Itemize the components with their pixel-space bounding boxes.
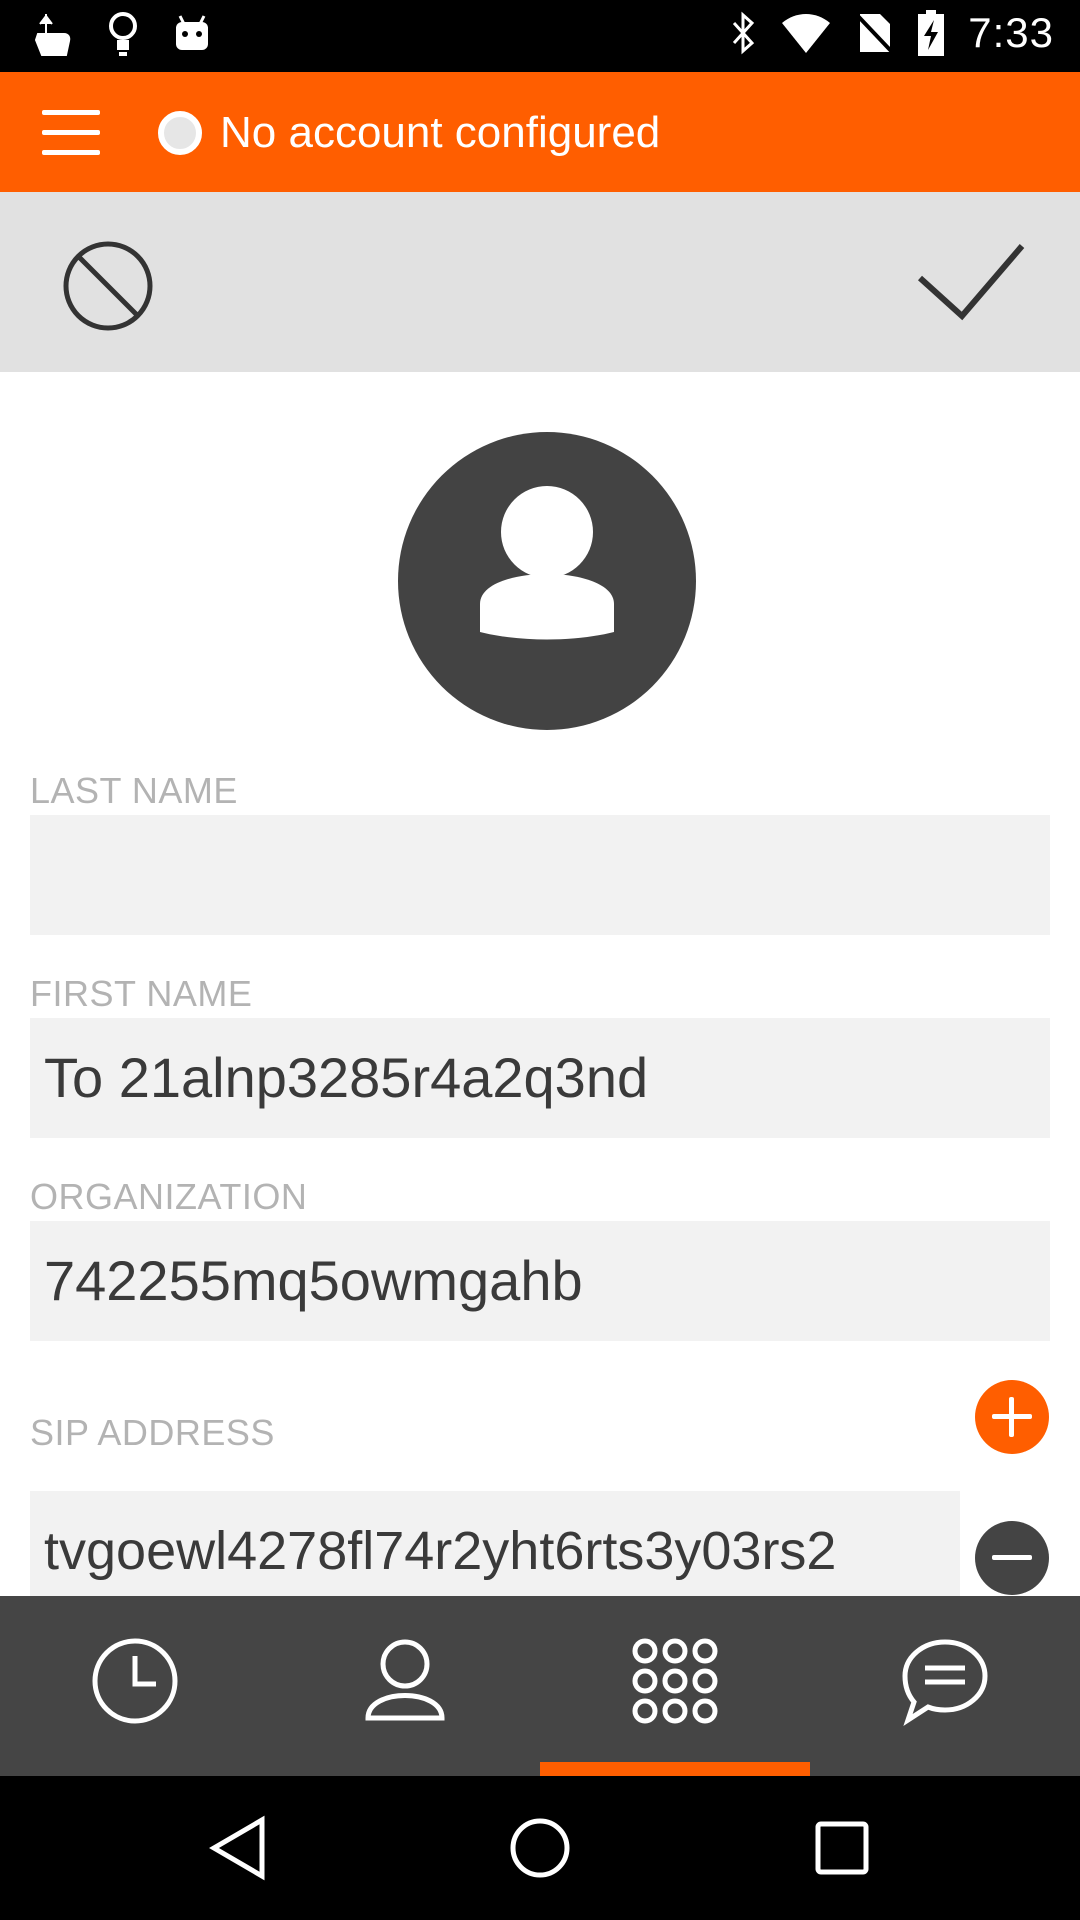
status-clock: 7:33 bbox=[968, 9, 1054, 56]
touch-gesture-icon bbox=[30, 10, 74, 60]
confirm-button[interactable] bbox=[912, 236, 1028, 326]
last-name-label: LAST NAME bbox=[30, 770, 238, 811]
edit-action-bar bbox=[0, 192, 1080, 372]
last-name-field[interactable] bbox=[30, 815, 1050, 935]
organization-field[interactable]: 742255mq5owmgahb bbox=[30, 1221, 1050, 1341]
bluetooth-icon bbox=[728, 9, 758, 57]
contact-avatar-icon[interactable] bbox=[398, 432, 696, 730]
sip-address-field[interactable]: tvgoewl4278fl74r2yht6rts3y03rs2 bbox=[30, 1491, 960, 1596]
first-name-label: FIRST NAME bbox=[30, 973, 253, 1014]
tab-contacts[interactable] bbox=[270, 1596, 540, 1776]
wifi-icon bbox=[780, 11, 832, 55]
no-sim-icon bbox=[854, 10, 894, 56]
hamburger-menu-icon[interactable] bbox=[40, 102, 104, 162]
add-circle-icon[interactable] bbox=[975, 1380, 1049, 1454]
dialpad-icon bbox=[632, 1638, 718, 1724]
contact-form: LAST NAME FIRST NAME To 21alnp3285r4a2q3… bbox=[0, 372, 1080, 1596]
tab-chat[interactable] bbox=[810, 1596, 1080, 1776]
first-name-field[interactable]: To 21alnp3285r4a2q3nd bbox=[30, 1018, 1050, 1138]
account-status-title[interactable]: No account configured bbox=[220, 108, 660, 158]
presence-status-icon bbox=[158, 111, 202, 155]
chat-bubble-icon bbox=[902, 1639, 988, 1726]
contacts-person-icon bbox=[365, 1639, 445, 1721]
checkmark-icon bbox=[917, 244, 1025, 321]
tab-dialpad[interactable] bbox=[540, 1596, 810, 1776]
bottom-tab-bar bbox=[0, 1596, 1080, 1776]
history-clock-icon bbox=[92, 1638, 178, 1724]
home-circle-icon[interactable] bbox=[504, 1812, 576, 1884]
android-robot-icon bbox=[172, 10, 212, 60]
contact-editor-screen: 7:33 No account configured LAST NAME FIR… bbox=[0, 0, 1080, 1920]
selected-tab-indicator bbox=[540, 1762, 810, 1776]
remove-circle-icon[interactable] bbox=[975, 1521, 1049, 1595]
back-triangle-icon[interactable] bbox=[202, 1812, 274, 1884]
cancel-circle-slash-icon bbox=[63, 241, 153, 331]
organization-label: ORGANIZATION bbox=[30, 1176, 308, 1217]
app-bar: No account configured bbox=[0, 72, 1080, 192]
tab-history[interactable] bbox=[0, 1596, 270, 1776]
cancel-button[interactable] bbox=[60, 238, 156, 334]
recents-square-icon[interactable] bbox=[806, 1812, 878, 1884]
system-nav-bar bbox=[0, 1776, 1080, 1920]
sip-address-label: SIP ADDRESS bbox=[30, 1412, 275, 1453]
battery-charging-icon bbox=[916, 8, 946, 58]
status-bar: 7:33 bbox=[0, 0, 1080, 72]
lightbulb-icon bbox=[106, 10, 140, 60]
